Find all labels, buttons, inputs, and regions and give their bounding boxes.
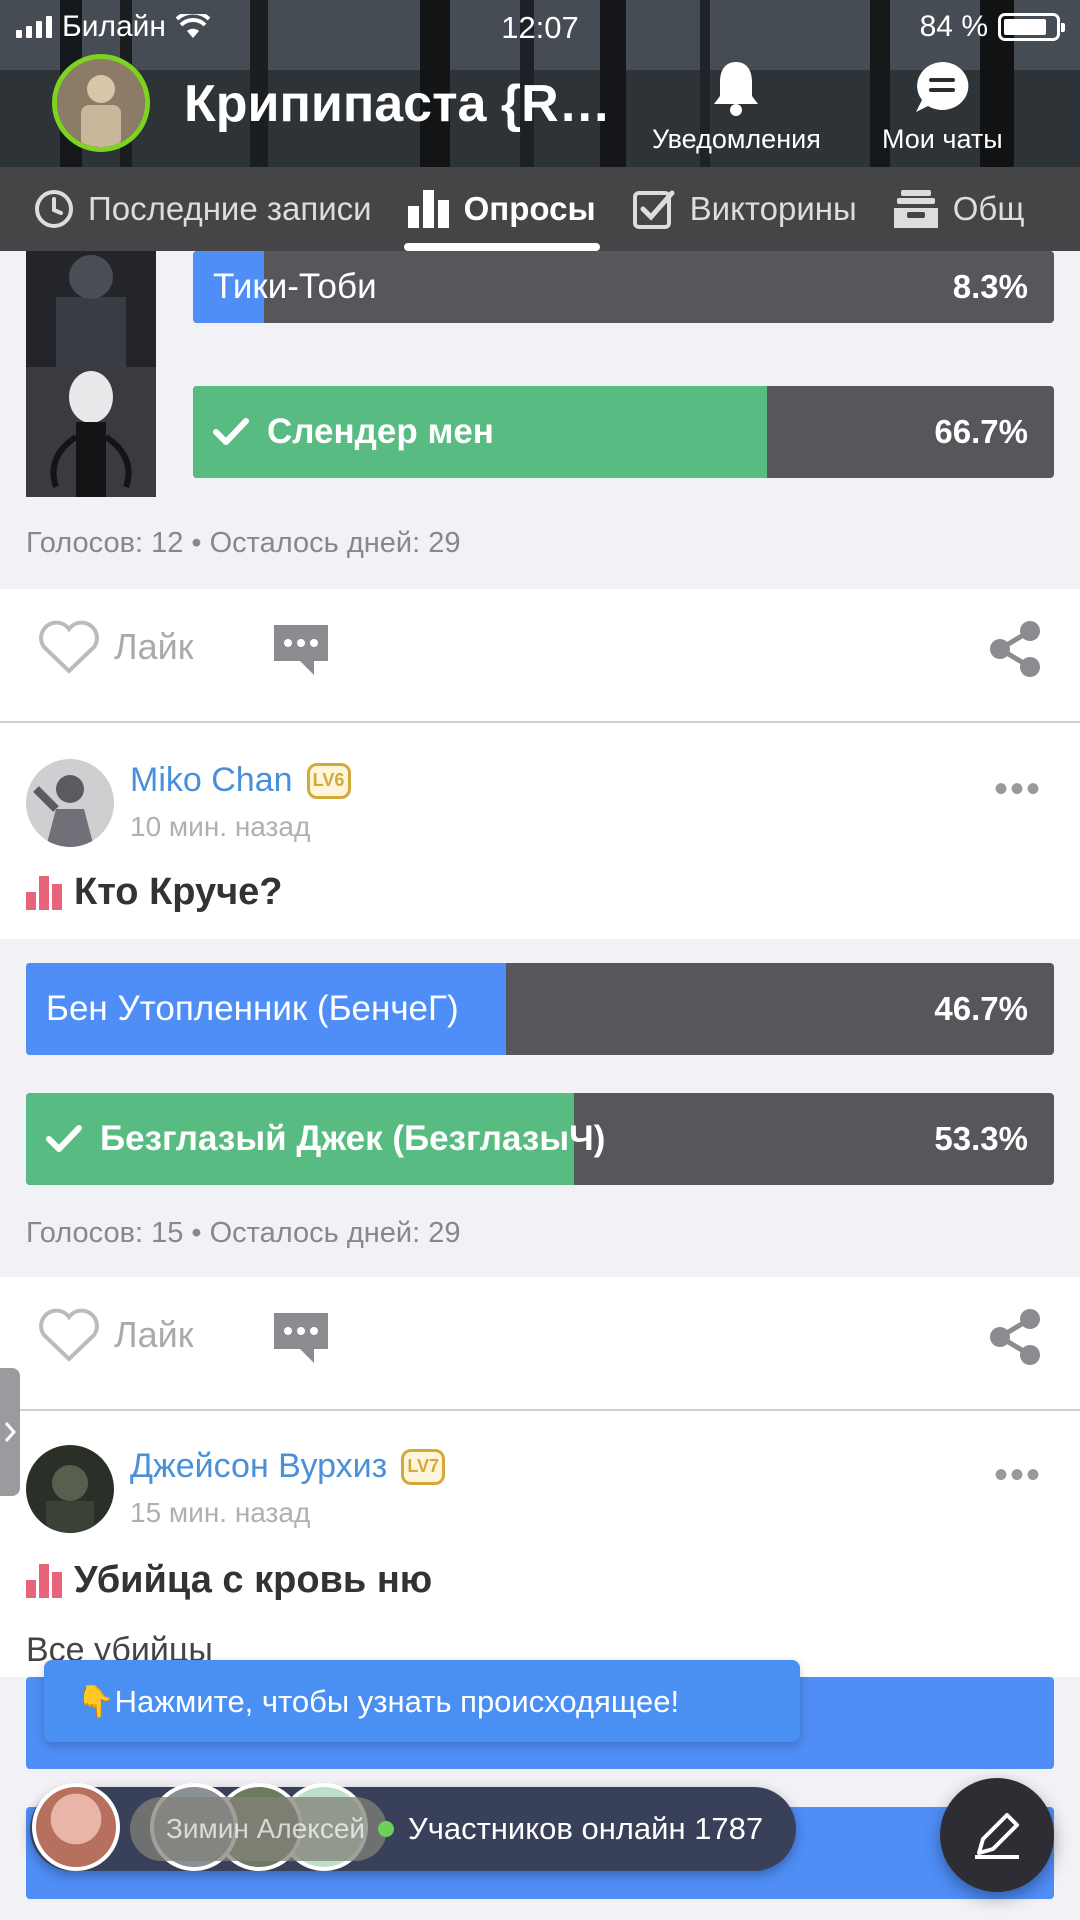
tab-general[interactable]: Общ <box>875 167 1043 251</box>
post-actions: Лайк <box>0 589 1080 723</box>
my-chats-button[interactable]: Мои чаты <box>882 58 1003 155</box>
poll-option-bar[interactable]: Тики-Тоби 8.3% <box>193 251 1054 323</box>
option-percent: 66.7% <box>934 413 1028 450</box>
level-badge: LV6 <box>306 762 351 799</box>
poll-title: Убийца с кровь ню <box>74 1559 433 1601</box>
option-label-wrap: Безглазый Джек (БезглазыЧ) <box>46 1093 605 1185</box>
comment-icon <box>274 625 328 675</box>
poll-options: Бен Утопленник (БенчеГ) 46.7% Безглазый … <box>0 939 1080 1277</box>
post-time: 15 мин. назад <box>130 1497 311 1528</box>
post-time: 10 мин. назад <box>130 811 311 842</box>
bell-icon <box>714 62 759 116</box>
notifications-button[interactable]: Уведомления <box>652 58 821 155</box>
like-label: Лайк <box>114 1314 194 1355</box>
poll-options: Тики-Тоби 8.3% Слендер мен 66.7% Голосов… <box>0 251 1080 589</box>
poll-title-row[interactable]: Кто Круче? <box>26 871 283 914</box>
poll-option-bar[interactable]: Безглазый Джек (БезглазыЧ) 53.3% <box>26 1093 1054 1185</box>
post-header: Miko Chan LV6 10 мин. назад ••• Кто Круч… <box>0 723 1080 939</box>
tab-label: Опросы <box>463 190 596 227</box>
post-actions: Лайк <box>0 1277 1080 1411</box>
share-button[interactable] <box>988 1307 1042 1372</box>
poll-meta: Голосов: 12 • Осталось дней: 29 <box>26 527 461 559</box>
community-avatar[interactable] <box>52 54 150 152</box>
poll-meta: Голосов: 15 • Осталось дней: 29 <box>26 1217 461 1249</box>
avatar[interactable] <box>26 759 114 847</box>
like-label: Лайк <box>114 626 194 667</box>
chevron-right-icon <box>4 1422 16 1442</box>
community-title[interactable]: Крипипаста {R… <box>184 74 611 134</box>
option-label: Безглазый Джек (БезглазыЧ) <box>100 1119 606 1158</box>
level-badge: LV7 <box>401 1448 446 1485</box>
option-label: Бен Утопленник (БенчеГ) <box>46 989 459 1028</box>
avatar <box>32 1783 120 1871</box>
toast-text: 👇Нажмите, чтобы узнать происходящее! <box>76 1683 680 1719</box>
author-name[interactable]: Джейсон Вурхиз <box>130 1447 387 1486</box>
tab-label: Викторины <box>689 190 857 227</box>
like-button[interactable]: Лайк <box>38 1307 194 1363</box>
battery-info: 84 % <box>919 10 1065 44</box>
avatar[interactable] <box>26 1445 114 1533</box>
category-tabs: Последние записи Опросы Викторины Общ <box>0 167 1080 251</box>
online-status-dot <box>378 1821 394 1837</box>
option-label: Слендер мен <box>267 412 494 451</box>
comment-button[interactable] <box>270 1309 332 1370</box>
more-options-icon[interactable]: ••• <box>994 1453 1042 1498</box>
author-name[interactable]: Miko Chan <box>130 761 293 800</box>
author-name-row: Джейсон Вурхиз LV7 <box>130 1447 446 1486</box>
poll-title: Кто Круче? <box>74 871 283 913</box>
share-button[interactable] <box>988 619 1042 684</box>
tab-label: Последние записи <box>88 190 372 227</box>
option-percent: 53.3% <box>934 1120 1028 1157</box>
side-drawer-handle[interactable] <box>0 1368 20 1496</box>
option-percent: 46.7% <box>934 990 1028 1027</box>
battery-percent: 84 % <box>919 10 988 43</box>
chat-bubble-icon <box>916 61 969 112</box>
clock: 12:07 <box>501 10 579 45</box>
option-label: Тики-Тоби <box>213 267 377 306</box>
notifications-label: Уведомления <box>652 124 821 154</box>
heart-icon <box>39 1308 99 1362</box>
online-member-name: Зимин Алексей <box>130 1797 388 1861</box>
more-options-icon[interactable]: ••• <box>994 767 1042 812</box>
online-count: Участников онлайн 1787 <box>408 1811 764 1846</box>
option-image <box>26 367 156 497</box>
compose-button[interactable] <box>940 1778 1054 1892</box>
share-icon <box>990 621 1040 677</box>
option-label-wrap: Слендер мен <box>213 386 494 478</box>
heart-icon <box>39 620 99 674</box>
checkmark-icon <box>213 418 249 445</box>
my-chats-label: Мои чаты <box>882 124 1003 154</box>
share-icon <box>990 1309 1040 1365</box>
tab-label: Общ <box>952 190 1025 227</box>
poll-icon <box>26 875 62 910</box>
online-members-bar[interactable]: Зимин Алексей Участников онлайн 1787 <box>30 1783 796 1871</box>
option-image <box>26 251 156 367</box>
tab-polls[interactable]: Опросы <box>390 167 614 251</box>
bar-chart-icon <box>407 190 449 228</box>
comment-icon <box>274 1313 328 1363</box>
status-bar: Билайн 12:07 84 % <box>0 0 1080 52</box>
option-percent: 8.3% <box>952 268 1028 305</box>
like-button[interactable]: Лайк <box>38 619 194 675</box>
clock-icon <box>35 190 73 228</box>
author-name-row: Miko Chan LV6 <box>130 761 351 800</box>
tab-quizzes[interactable]: Викторины <box>614 167 875 251</box>
checkmark-icon <box>46 1125 82 1152</box>
pencil-icon <box>975 1813 1019 1859</box>
whats-happening-toast[interactable]: 👇Нажмите, чтобы узнать происходящее! <box>44 1660 800 1742</box>
inbox-icon <box>893 190 938 228</box>
poll-icon <box>26 1563 62 1598</box>
poll-option-bar[interactable]: Бен Утопленник (БенчеГ) 46.7% <box>26 963 1054 1055</box>
header: Билайн 12:07 84 % Крипипаста {R… Уведомл… <box>0 0 1080 167</box>
comment-button[interactable] <box>270 621 332 682</box>
tab-recent-posts[interactable]: Последние записи <box>0 167 390 251</box>
checkbox-icon <box>632 190 675 229</box>
poll-option-bar[interactable]: Слендер мен 66.7% <box>193 386 1054 478</box>
battery-icon <box>998 13 1065 41</box>
poll-title-row[interactable]: Убийца с кровь ню <box>26 1559 432 1602</box>
